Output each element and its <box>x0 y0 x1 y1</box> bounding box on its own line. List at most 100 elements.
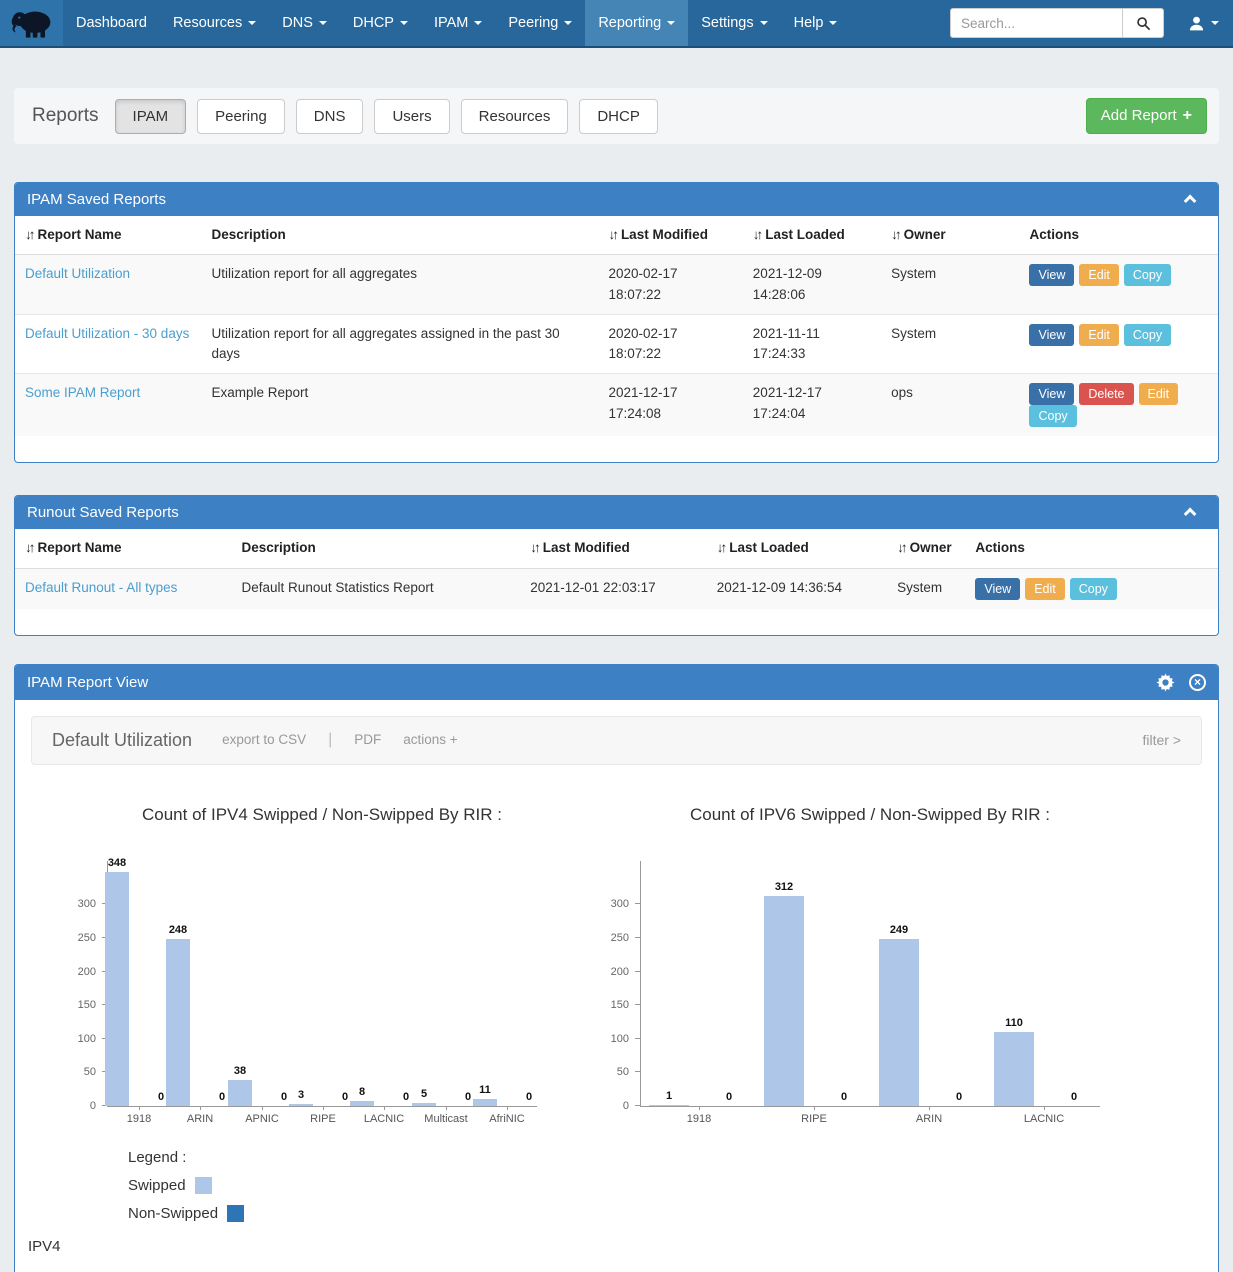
sort-icon: ↓↑ <box>753 227 761 242</box>
bar-swipped-afrinic <box>473 1099 497 1106</box>
nav-item-dashboard[interactable]: Dashboard <box>63 0 160 46</box>
user-menu[interactable] <box>1174 0 1233 46</box>
actions-cell: ViewEditCopy <box>965 568 1218 609</box>
bar-value-label: 0 <box>934 1091 984 1103</box>
column-header-last-loaded[interactable]: ↓↑Last Loaded <box>707 529 887 568</box>
add-report-button[interactable]: Add Report+ <box>1086 98 1207 134</box>
view-button[interactable]: View <box>1029 264 1074 286</box>
last-loaded-cell: 2021-12-09 14:36:54 <box>707 568 887 609</box>
bar-value-label: 249 <box>874 924 924 936</box>
copy-button[interactable]: Copy <box>1070 578 1117 600</box>
report-name-link[interactable]: Some IPAM Report <box>25 385 140 400</box>
chart-plot-area: 050100150200250300348019182480ARIN380APN… <box>107 861 537 1107</box>
chevron-down-icon <box>667 21 675 25</box>
tab-resources[interactable]: Resources <box>461 99 569 134</box>
legend-item-swipped: Swipped <box>128 1177 1202 1194</box>
column-header-description: Description <box>201 216 598 255</box>
legend-label: Swipped <box>128 1177 186 1194</box>
column-header-actions: Actions <box>1019 216 1218 255</box>
nav-item-ipam[interactable]: IPAM <box>421 0 495 46</box>
report-name-link[interactable]: Default Runout - All types <box>25 580 177 595</box>
edit-button[interactable]: Edit <box>1139 383 1179 405</box>
report-name-link[interactable]: Default Utilization <box>25 266 130 281</box>
y-tick <box>635 1004 641 1005</box>
column-header-last-modified[interactable]: ↓↑Last Modified <box>520 529 706 568</box>
x-tick <box>200 1106 201 1110</box>
x-tick <box>139 1106 140 1110</box>
nav-item-help[interactable]: Help <box>781 0 851 46</box>
sort-icon: ↓↑ <box>608 227 616 242</box>
nav-item-peering[interactable]: Peering <box>495 0 585 46</box>
gear-icon[interactable] <box>1156 673 1175 692</box>
report-description: Utilization report for all aggregates <box>201 255 598 315</box>
copy-button[interactable]: Copy <box>1124 264 1171 286</box>
column-header-last-loaded[interactable]: ↓↑Last Loaded <box>743 216 881 255</box>
x-axis-label-1918: 1918 <box>654 1113 744 1125</box>
copy-button[interactable]: Copy <box>1029 405 1076 427</box>
search-button[interactable] <box>1122 8 1164 38</box>
nav-item-settings[interactable]: Settings <box>688 0 780 46</box>
edit-button[interactable]: Edit <box>1025 578 1065 600</box>
delete-button[interactable]: Delete <box>1079 383 1133 405</box>
y-tick-label: 300 <box>595 898 629 910</box>
bar-value-label: 11 <box>460 1084 510 1096</box>
view-button[interactable]: View <box>1029 324 1074 346</box>
table-row: Default Utilization Utilization report fo… <box>15 255 1218 315</box>
toolbar-link-actions[interactable]: actions + <box>403 732 457 747</box>
table-row: Default Utilization - 30 daysUtilization… <box>15 314 1218 374</box>
nav-item-dns[interactable]: DNS <box>269 0 340 46</box>
column-header-report-name[interactable]: ↓↑Report Name <box>15 216 201 255</box>
copy-button[interactable]: Copy <box>1124 324 1171 346</box>
nav-item-resources[interactable]: Resources <box>160 0 269 46</box>
legend-swatch <box>227 1205 244 1222</box>
report-title: Default Utilization <box>52 730 192 751</box>
sort-icon: ↓↑ <box>25 540 33 555</box>
legend-item-non-swipped: Non-Swipped <box>128 1205 1202 1222</box>
close-icon[interactable]: × <box>1189 674 1206 691</box>
collapse-chevron-up-icon[interactable] <box>1184 508 1197 521</box>
bar-swipped-ripe <box>764 896 804 1106</box>
panel-title: IPAM Report View <box>27 674 148 691</box>
reports-bar: Reports IPAMPeeringDNSUsersResourcesDHCP… <box>14 88 1219 144</box>
y-tick <box>635 903 641 904</box>
owner-cell: System <box>881 314 1019 374</box>
y-tick-label: 250 <box>595 932 629 944</box>
actions-cell: ViewEditCopy <box>1019 255 1218 315</box>
owner-cell: System <box>881 255 1019 315</box>
nav-item-reporting[interactable]: Reporting <box>585 0 688 46</box>
view-button[interactable]: View <box>1029 383 1074 405</box>
edit-button[interactable]: Edit <box>1079 264 1119 286</box>
column-header-report-name[interactable]: ↓↑Report Name <box>15 529 232 568</box>
toolbar-link-export-to-csv[interactable]: export to CSV <box>222 732 306 747</box>
filter-toggle[interactable]: filter > <box>1142 732 1181 748</box>
edit-button[interactable]: Edit <box>1079 324 1119 346</box>
bar-value-label: 38 <box>215 1065 265 1077</box>
bar-value-label: 312 <box>759 881 809 893</box>
chevron-down-icon <box>319 21 327 25</box>
y-tick-label: 150 <box>62 999 96 1011</box>
tab-dns[interactable]: DNS <box>296 99 364 134</box>
view-button[interactable]: View <box>975 578 1020 600</box>
tab-peering[interactable]: Peering <box>197 99 285 134</box>
column-header-owner[interactable]: ↓↑Owner <box>887 529 965 568</box>
report-type-tabs: IPAM Peering DNS Users Resources DHCP <box>115 99 669 134</box>
collapse-chevron-up-icon[interactable] <box>1184 195 1197 208</box>
nav-item-dhcp[interactable]: DHCP <box>340 0 421 46</box>
legend-label: Non-Swipped <box>128 1205 218 1222</box>
search-input[interactable] <box>950 8 1122 38</box>
sort-icon: ↓↑ <box>717 540 725 555</box>
sort-icon: ↓↑ <box>530 540 538 555</box>
app-logo[interactable] <box>0 0 63 46</box>
toolbar-link-pdf[interactable]: PDF <box>354 732 381 747</box>
panel-title: Runout Saved Reports <box>27 504 179 521</box>
x-tick <box>262 1106 263 1110</box>
column-header-owner[interactable]: ↓↑Owner <box>881 216 1019 255</box>
chart-legend: Legend : SwippedNon-Swipped <box>128 1149 1202 1222</box>
column-header-last-modified[interactable]: ↓↑Last Modified <box>598 216 742 255</box>
y-tick-label: 0 <box>595 1100 629 1112</box>
report-name-link[interactable]: Default Utilization - 30 days <box>25 326 189 341</box>
report-toolbar-links: export to CSV|PDFactions + <box>222 731 480 749</box>
tab-users[interactable]: Users <box>374 99 449 134</box>
tab-dhcp[interactable]: DHCP <box>579 99 658 134</box>
tab-ipam[interactable]: IPAM <box>115 99 187 134</box>
